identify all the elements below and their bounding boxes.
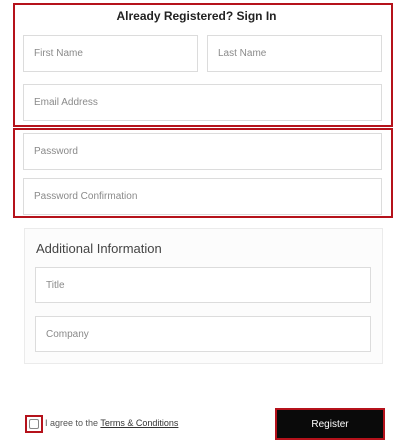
email-input[interactable] <box>23 84 382 121</box>
page-title: Already Registered? Sign In <box>0 9 393 23</box>
title-prefix: Already Registered? <box>116 9 237 23</box>
additional-info-heading: Additional Information <box>36 241 162 256</box>
last-name-input[interactable] <box>207 35 382 72</box>
first-name-input[interactable] <box>23 35 198 72</box>
company-input[interactable] <box>35 316 371 352</box>
title-input[interactable] <box>35 267 371 303</box>
password-confirmation-input[interactable] <box>23 178 382 215</box>
terms-link[interactable]: Terms & Conditions <box>100 418 178 428</box>
sign-in-link[interactable]: Sign In <box>237 9 277 23</box>
terms-checkbox[interactable] <box>29 419 39 429</box>
password-input[interactable] <box>23 133 382 170</box>
terms-text: I agree to the Terms & Conditions <box>45 418 178 428</box>
register-button[interactable]: Register <box>275 408 385 440</box>
terms-prefix: I agree to the <box>45 418 101 428</box>
